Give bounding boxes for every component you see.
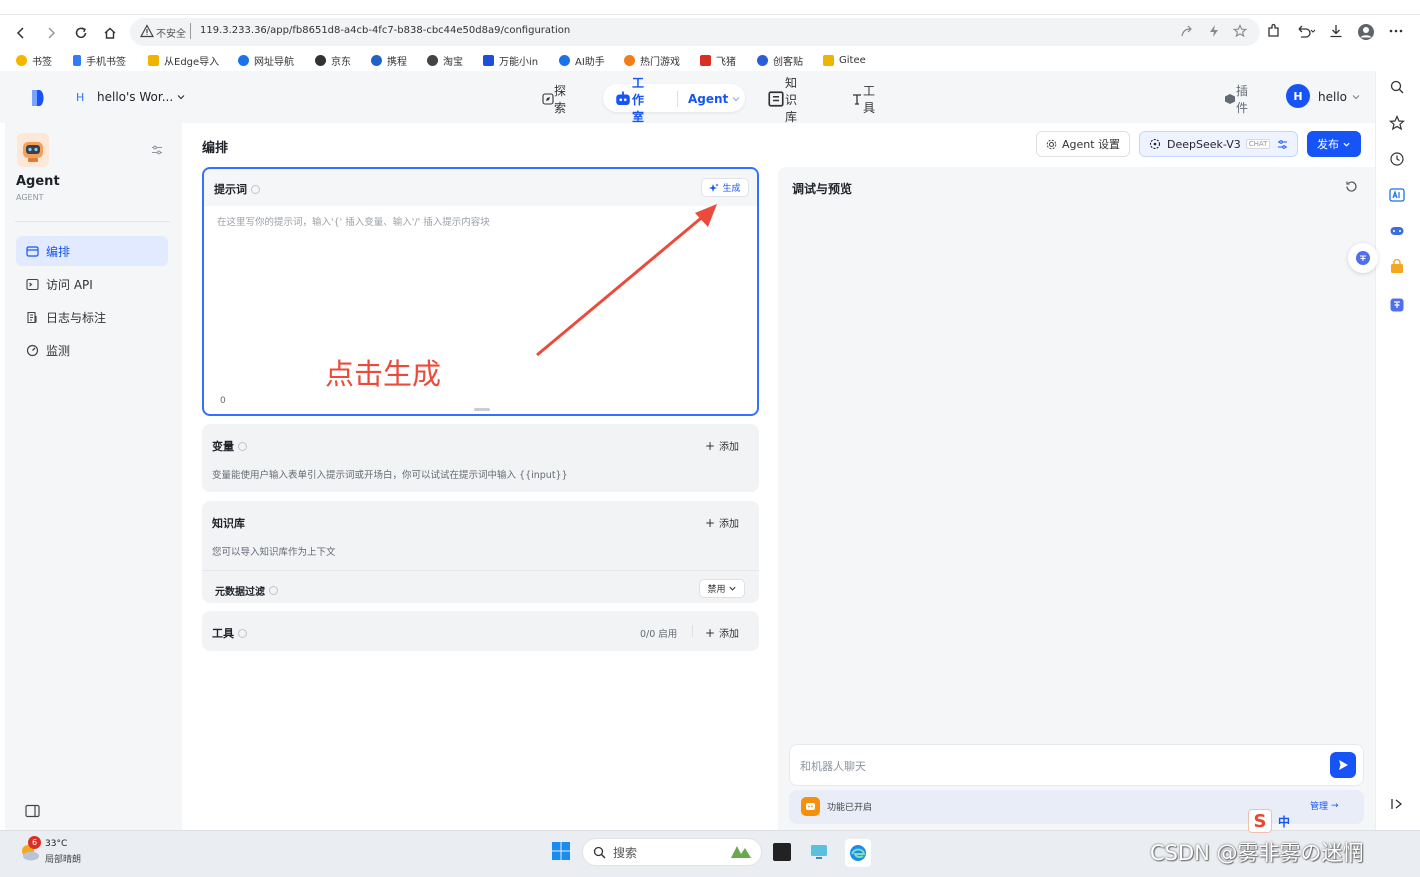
remote-desktop-icon[interactable]: [809, 842, 829, 862]
weather-temp: 33°C: [45, 839, 68, 849]
annotation-text: 点击生成: [325, 357, 442, 391]
taskbar-search[interactable]: 搜索: [582, 838, 762, 866]
weather-badge: 6: [28, 836, 41, 849]
weather-icon[interactable]: 6: [18, 836, 42, 864]
sogou-ime-icon[interactable]: S: [1248, 809, 1272, 833]
watermark: CSDN @雾非雾の迷惘: [1150, 841, 1364, 865]
search-icon: [593, 846, 606, 858]
weather-desc: 局部晴朗: [45, 855, 82, 865]
ime-mode[interactable]: 中: [1278, 813, 1290, 830]
taskview-icon[interactable]: [773, 843, 791, 861]
edge-taskbar-icon[interactable]: [845, 839, 871, 867]
taskbar: 6 33°C 局部晴朗 搜索 S 中 CSDN @雾非雾の迷惘: [0, 809, 1420, 877]
annotation-arrow: [536, 204, 717, 357]
search-highlight-icon: [731, 846, 751, 858]
windows-start-icon[interactable]: [551, 841, 571, 861]
